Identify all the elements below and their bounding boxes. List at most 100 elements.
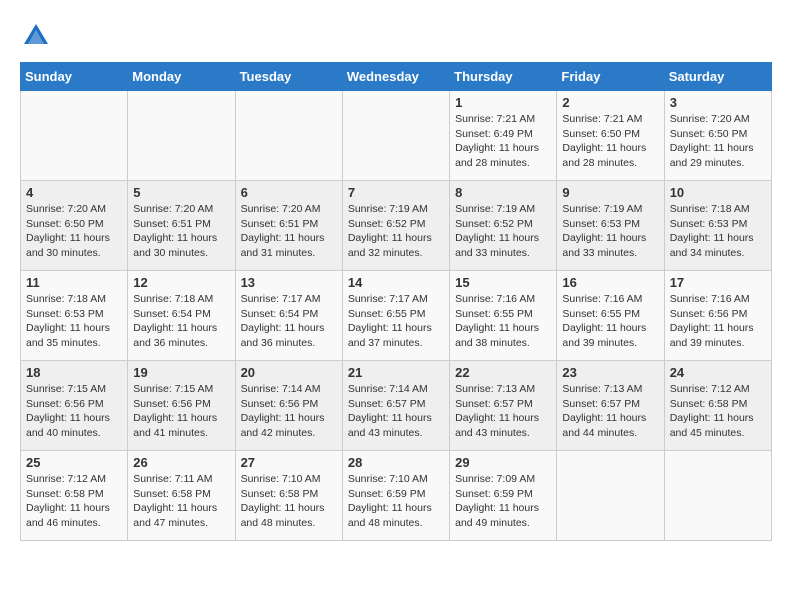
day-number: 3 [670,95,766,110]
calendar-cell: 26 Sunrise: 7:11 AMSunset: 6:58 PMDayligh… [128,451,235,541]
calendar-cell: 5Sunrise: 7:20 AMSunset: 6:51 PMDaylight… [128,181,235,271]
day-info: Sunrise: 7:20 AMSunset: 6:50 PMDaylight:… [26,202,122,261]
day-number: 29 [455,455,551,470]
day-info: Sunrise: 7:12 AMSunset: 6:58 PMDaylight:… [26,472,122,531]
day-info: Sunrise: 7:16 AMSunset: 6:55 PMDaylight:… [562,292,658,351]
day-number: 14 [348,275,444,290]
calendar-cell: 18 Sunrise: 7:15 AMSunset: 6:56 PMDayligh… [21,361,128,451]
calendar-cell: 21 Sunrise: 7:14 AMSunset: 6:57 PMDayligh… [342,361,449,451]
day-number: 4 [26,185,122,200]
calendar-cell [235,91,342,181]
day-number: 28 [348,455,444,470]
day-info: Sunrise: 7:13 AMSunset: 6:57 PMDaylight:… [562,382,658,441]
day-number: 15 [455,275,551,290]
calendar-cell [664,451,771,541]
day-number: 16 [562,275,658,290]
day-info: Sunrise: 7:17 AMSunset: 6:54 PMDaylight:… [241,292,337,351]
calendar-cell: 10 Sunrise: 7:18 AMSunset: 6:53 PMDayligh… [664,181,771,271]
day-info: Sunrise: 7:18 AMSunset: 6:53 PMDaylight:… [670,202,766,261]
day-info: Sunrise: 7:10 AMSunset: 6:58 PMDaylight:… [241,472,337,531]
calendar-cell: 16 Sunrise: 7:16 AMSunset: 6:55 PMDayligh… [557,271,664,361]
day-header-saturday: Saturday [664,63,771,91]
calendar-cell: 14Sunrise: 7:17 AMSunset: 6:55 PMDayligh… [342,271,449,361]
day-number: 11 [26,275,122,290]
day-number: 2 [562,95,658,110]
calendar-cell: 1 Sunrise: 7:21 AMSunset: 6:49 PMDaylight… [450,91,557,181]
day-info: Sunrise: 7:15 AMSunset: 6:56 PMDaylight:… [26,382,122,441]
calendar-cell: 13 Sunrise: 7:17 AMSunset: 6:54 PMDayligh… [235,271,342,361]
day-number: 23 [562,365,658,380]
day-number: 24 [670,365,766,380]
day-number: 8 [455,185,551,200]
day-info: Sunrise: 7:18 AMSunset: 6:53 PMDaylight:… [26,292,122,351]
day-info: Sunrise: 7:14 AMSunset: 6:57 PMDaylight:… [348,382,444,441]
day-info: Sunrise: 7:20 AMSunset: 6:51 PMDaylight:… [133,202,229,261]
week-row-5: 25 Sunrise: 7:12 AMSunset: 6:58 PMDayligh… [21,451,772,541]
day-info: Sunrise: 7:19 AMSunset: 6:52 PMDaylight:… [455,202,551,261]
calendar-cell: 27 Sunrise: 7:10 AMSunset: 6:58 PMDayligh… [235,451,342,541]
page-header [20,20,772,52]
day-info: Sunrise: 7:15 AMSunset: 6:56 PMDaylight:… [133,382,229,441]
calendar-cell: 22 Sunrise: 7:13 AMSunset: 6:57 PMDayligh… [450,361,557,451]
day-number: 9 [562,185,658,200]
calendar-cell: 7Sunrise: 7:19 AMSunset: 6:52 PMDaylight… [342,181,449,271]
calendar-cell: 17Sunrise: 7:16 AMSunset: 6:56 PMDayligh… [664,271,771,361]
day-number: 18 [26,365,122,380]
calendar-cell: 11 Sunrise: 7:18 AMSunset: 6:53 PMDayligh… [21,271,128,361]
day-number: 1 [455,95,551,110]
day-number: 17 [670,275,766,290]
day-info: Sunrise: 7:19 AMSunset: 6:52 PMDaylight:… [348,202,444,261]
calendar-cell: 28Sunrise: 7:10 AMSunset: 6:59 PMDayligh… [342,451,449,541]
calendar-cell [21,91,128,181]
day-header-monday: Monday [128,63,235,91]
day-info: Sunrise: 7:21 AMSunset: 6:49 PMDaylight:… [455,112,551,171]
calendar-table: SundayMondayTuesdayWednesdayThursdayFrid… [20,62,772,541]
week-row-4: 18 Sunrise: 7:15 AMSunset: 6:56 PMDayligh… [21,361,772,451]
day-number: 6 [241,185,337,200]
calendar-cell: 12Sunrise: 7:18 AMSunset: 6:54 PMDayligh… [128,271,235,361]
day-number: 13 [241,275,337,290]
calendar-cell: 25 Sunrise: 7:12 AMSunset: 6:58 PMDayligh… [21,451,128,541]
day-info: Sunrise: 7:19 AMSunset: 6:53 PMDaylight:… [562,202,658,261]
day-info: Sunrise: 7:16 AMSunset: 6:55 PMDaylight:… [455,292,551,351]
day-info: Sunrise: 7:21 AMSunset: 6:50 PMDaylight:… [562,112,658,171]
week-row-2: 4 Sunrise: 7:20 AMSunset: 6:50 PMDaylight… [21,181,772,271]
calendar-cell: 4 Sunrise: 7:20 AMSunset: 6:50 PMDaylight… [21,181,128,271]
calendar-cell [128,91,235,181]
calendar-cell: 24 Sunrise: 7:12 AMSunset: 6:58 PMDayligh… [664,361,771,451]
week-row-3: 11 Sunrise: 7:18 AMSunset: 6:53 PMDayligh… [21,271,772,361]
day-info: Sunrise: 7:13 AMSunset: 6:57 PMDaylight:… [455,382,551,441]
calendar-cell: 19 Sunrise: 7:15 AMSunset: 6:56 PMDayligh… [128,361,235,451]
day-info: Sunrise: 7:20 AMSunset: 6:50 PMDaylight:… [670,112,766,171]
logo-icon [20,20,52,52]
day-number: 21 [348,365,444,380]
day-header-thursday: Thursday [450,63,557,91]
day-number: 22 [455,365,551,380]
day-number: 10 [670,185,766,200]
day-number: 26 [133,455,229,470]
calendar-cell: 29 Sunrise: 7:09 AMSunset: 6:59 PMDayligh… [450,451,557,541]
calendar-cell: 8 Sunrise: 7:19 AMSunset: 6:52 PMDaylight… [450,181,557,271]
day-number: 19 [133,365,229,380]
day-info: Sunrise: 7:14 AMSunset: 6:56 PMDaylight:… [241,382,337,441]
day-header-tuesday: Tuesday [235,63,342,91]
day-info: Sunrise: 7:12 AMSunset: 6:58 PMDaylight:… [670,382,766,441]
day-info: Sunrise: 7:11 AMSunset: 6:58 PMDaylight:… [133,472,229,531]
calendar-cell: 2 Sunrise: 7:21 AMSunset: 6:50 PMDaylight… [557,91,664,181]
calendar-cell: 23 Sunrise: 7:13 AMSunset: 6:57 PMDayligh… [557,361,664,451]
day-header-wednesday: Wednesday [342,63,449,91]
day-info: Sunrise: 7:18 AMSunset: 6:54 PMDaylight:… [133,292,229,351]
day-number: 27 [241,455,337,470]
calendar-cell [557,451,664,541]
day-number: 25 [26,455,122,470]
week-row-1: 1 Sunrise: 7:21 AMSunset: 6:49 PMDaylight… [21,91,772,181]
header-row: SundayMondayTuesdayWednesdayThursdayFrid… [21,63,772,91]
day-number: 20 [241,365,337,380]
calendar-cell: 3 Sunrise: 7:20 AMSunset: 6:50 PMDaylight… [664,91,771,181]
calendar-cell: 15 Sunrise: 7:16 AMSunset: 6:55 PMDayligh… [450,271,557,361]
calendar-cell: 20 Sunrise: 7:14 AMSunset: 6:56 PMDayligh… [235,361,342,451]
calendar-cell: 9 Sunrise: 7:19 AMSunset: 6:53 PMDaylight… [557,181,664,271]
day-info: Sunrise: 7:20 AMSunset: 6:51 PMDaylight:… [241,202,337,261]
day-info: Sunrise: 7:09 AMSunset: 6:59 PMDaylight:… [455,472,551,531]
day-header-friday: Friday [557,63,664,91]
